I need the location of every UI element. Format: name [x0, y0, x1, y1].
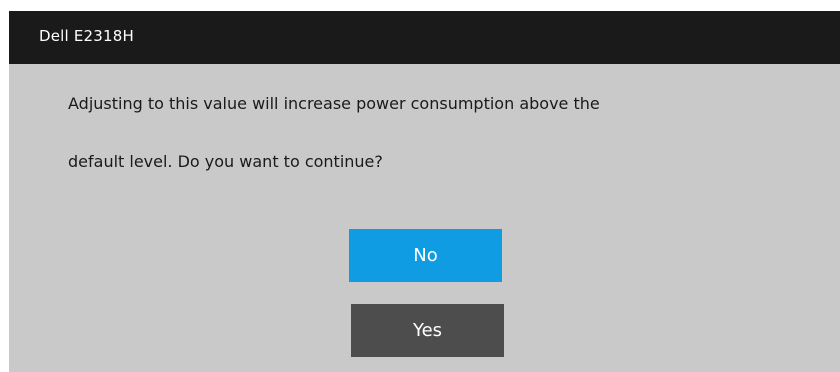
osd-dialog: Dell E2318H Adjusting to this value will…	[9, 11, 840, 372]
yes-button[interactable]: Yes	[351, 304, 504, 357]
no-button-label: No	[413, 245, 438, 266]
message-line-2: default level. Do you want to continue?	[68, 152, 383, 171]
title-bar: Dell E2318H	[9, 11, 840, 64]
monitor-model-title: Dell E2318H	[39, 27, 135, 45]
no-button[interactable]: No	[349, 229, 502, 282]
message-line-1: Adjusting to this value will increase po…	[68, 94, 600, 113]
warning-message: Adjusting to this value will increase po…	[68, 90, 788, 206]
yes-button-label: Yes	[412, 320, 443, 341]
